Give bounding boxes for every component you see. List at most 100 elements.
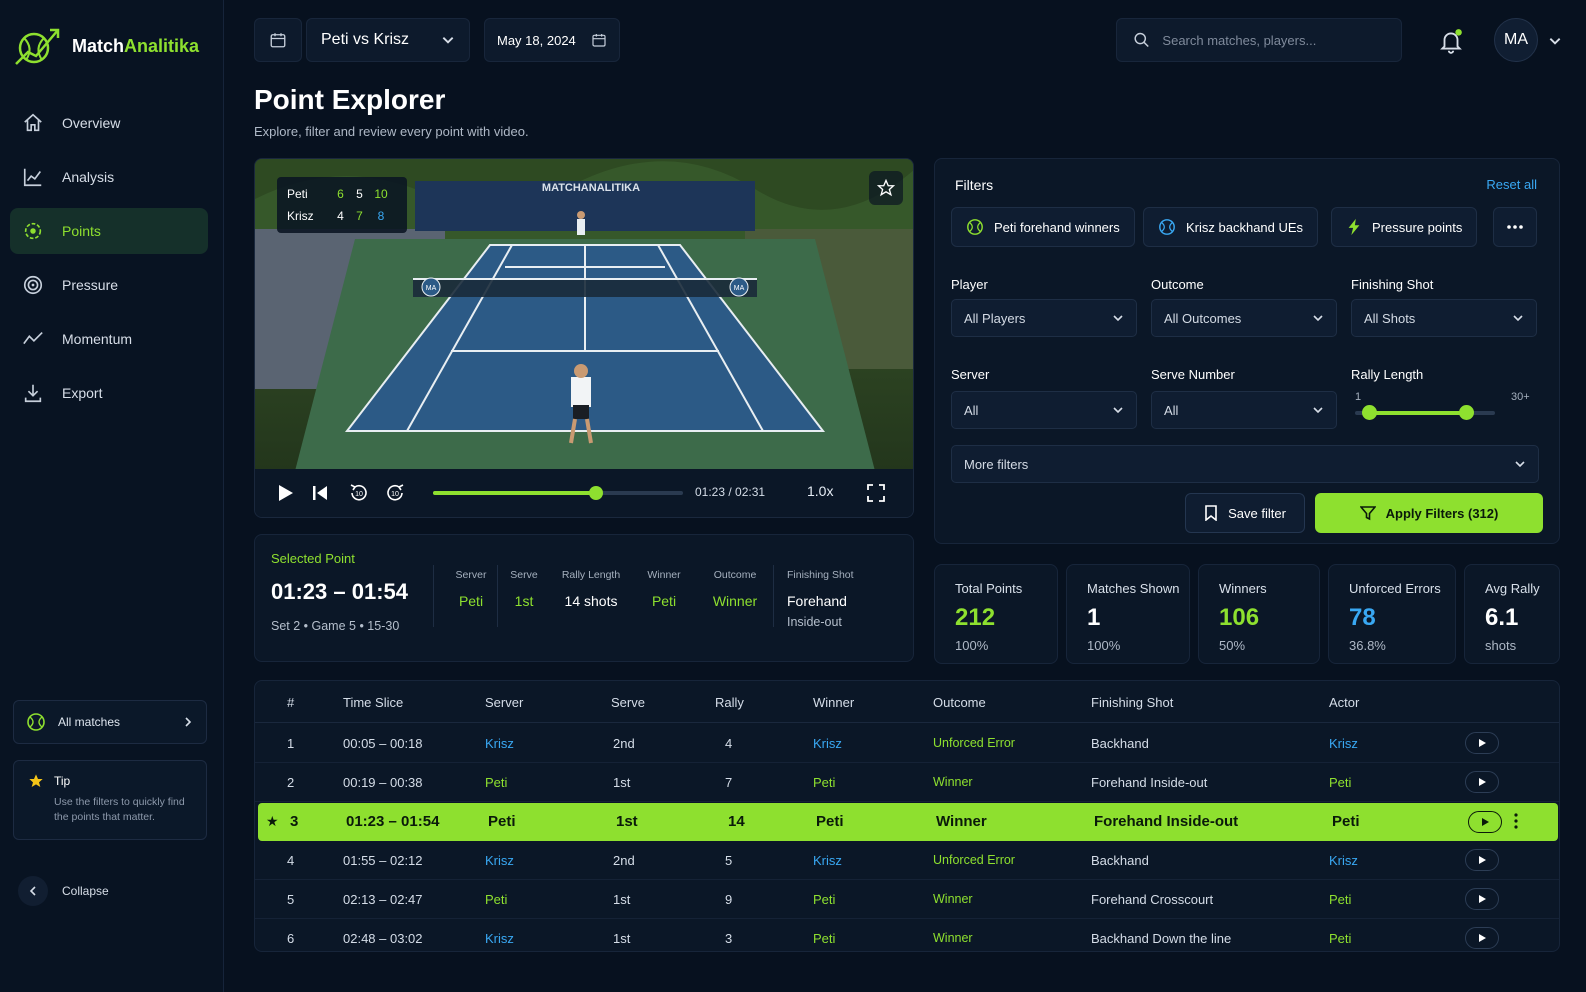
- sp-server: Server Peti: [455, 569, 487, 609]
- row-play-button[interactable]: [1465, 771, 1499, 793]
- table-row[interactable]: 6 02:48 – 03:02 Krisz 1st 3 Peti Winner Backhan…: [255, 919, 1559, 951]
- logo[interactable]: MatchAnalitika: [14, 24, 199, 68]
- stat-avg-rally: Avg Rally 6.1 shots: [1464, 564, 1560, 664]
- points-table: # Time Slice Server Serve Rally Winner O…: [254, 680, 1560, 952]
- stat-matches-shown: Matches Shown 1 100%: [1066, 564, 1190, 664]
- rewind-10-icon[interactable]: 10: [347, 481, 371, 505]
- selected-point-card: Selected Point 01:23 – 01:54 Set 2 • Gam…: [254, 534, 914, 662]
- play-icon: [1479, 895, 1486, 903]
- play-icon: [1479, 739, 1486, 747]
- row-play-button[interactable]: [1465, 849, 1499, 871]
- slider-handle-min[interactable]: [1362, 405, 1378, 420]
- more-filters-select[interactable]: More filters: [951, 445, 1539, 483]
- sidebar-item-label: Analysis: [62, 169, 115, 185]
- sidebar: MatchAnalitika Overview Analysis Points …: [0, 0, 224, 992]
- search-icon: [1134, 32, 1149, 48]
- court-logo-left: MA: [426, 285, 437, 292]
- chevron-down-icon[interactable]: [1548, 34, 1562, 48]
- calendar-button[interactable]: [254, 18, 302, 62]
- playback-speed[interactable]: 1.0x: [807, 483, 833, 499]
- chevron-down-icon: [1113, 315, 1123, 322]
- outcome-select[interactable]: All Outcomes: [1151, 299, 1337, 337]
- search-box[interactable]: [1116, 18, 1402, 62]
- forward-10-icon[interactable]: 10: [383, 481, 407, 505]
- table-cell: Krisz: [485, 736, 514, 751]
- divider: [433, 565, 434, 627]
- selected-point-meta: Set 2 • Game 5 • 15-30: [271, 619, 400, 633]
- sidebar-item-analysis[interactable]: Analysis: [10, 154, 208, 200]
- table-cell: Krisz: [1329, 736, 1358, 751]
- svg-text:10: 10: [355, 491, 363, 498]
- row-play-button[interactable]: [1468, 811, 1502, 833]
- table-cell: Backhand: [1091, 736, 1149, 751]
- favorite-button[interactable]: [869, 171, 903, 205]
- collapse-label: Collapse: [62, 884, 109, 898]
- apply-filters-button[interactable]: Apply Filters (312): [1315, 493, 1543, 533]
- fullscreen-icon[interactable]: [867, 484, 885, 502]
- table-cell: Peti: [813, 931, 836, 946]
- sidebar-item-export[interactable]: Export: [10, 370, 208, 416]
- play-icon[interactable]: [275, 483, 295, 503]
- sidebar-item-pressure[interactable]: Pressure: [10, 262, 208, 308]
- video-player[interactable]: MA MA MATCHANALITIKA Peti 6 5 10 Krisz 4…: [254, 158, 914, 518]
- col-header: Rally: [715, 695, 744, 710]
- sidebar-item-label: Momentum: [62, 331, 133, 347]
- more-chips-button[interactable]: [1493, 207, 1537, 247]
- sp-rally-length: Rally Length 14 shots: [561, 569, 621, 609]
- tennis-ball-icon: [967, 219, 983, 235]
- chip-peti-forehand-winners[interactable]: Peti forehand winners: [951, 207, 1135, 247]
- table-cell: Krisz: [813, 853, 842, 868]
- bookmark-icon: [1205, 505, 1217, 521]
- chip-krisz-backhand-ues[interactable]: Krisz backhand UEs: [1143, 207, 1319, 247]
- table-cell: 01:23 – 01:54: [346, 813, 440, 830]
- player-select[interactable]: All Players: [951, 299, 1137, 337]
- progress-handle[interactable]: [588, 486, 603, 500]
- table-cell: Peti: [1329, 775, 1352, 790]
- table-cell: Peti: [485, 775, 508, 790]
- table-row[interactable]: 4 01:55 – 02:12 Krisz 2nd 5 Krisz Unforced Err…: [255, 841, 1559, 880]
- table-cell: Peti: [1329, 931, 1352, 946]
- sidebar-item-points[interactable]: Points: [10, 208, 208, 254]
- row-play-button[interactable]: [1465, 888, 1499, 910]
- table-header: # Time Slice Server Serve Rally Winner O…: [255, 681, 1559, 723]
- table-cell: Winner: [936, 813, 987, 830]
- chip-pressure-points[interactable]: Pressure points: [1331, 207, 1478, 247]
- search-input[interactable]: [1162, 32, 1385, 48]
- table-cell: Peti: [813, 775, 836, 790]
- server-select[interactable]: All: [951, 391, 1137, 429]
- sidebar-item-label: Export: [62, 385, 103, 401]
- table-cell: Krisz: [813, 736, 842, 751]
- serve-number-select[interactable]: All: [1151, 391, 1337, 429]
- sidebar-item-overview[interactable]: Overview: [10, 100, 208, 146]
- rally-length-slider[interactable]: [1355, 405, 1495, 420]
- match-select[interactable]: Peti vs Krisz: [306, 18, 470, 62]
- table-cell: Krisz: [1329, 853, 1358, 868]
- chevron-down-icon: [442, 37, 454, 44]
- play-icon: [1479, 934, 1486, 942]
- reset-all-link[interactable]: Reset all: [1486, 177, 1537, 192]
- notifications-button[interactable]: [1438, 28, 1464, 59]
- skip-back-icon[interactable]: [311, 483, 329, 503]
- slider-handle-max[interactable]: [1459, 405, 1475, 420]
- all-matches-button[interactable]: All matches: [13, 700, 207, 744]
- table-row[interactable]: 5 02:13 – 02:47 Peti 1st 9 Peti Winner Forehand…: [255, 880, 1559, 919]
- date-value: May 18, 2024: [497, 32, 576, 48]
- collapse-button[interactable]: Collapse: [18, 876, 109, 906]
- match-select-value: Peti vs Krisz: [321, 31, 410, 48]
- table-cell: 4: [287, 853, 295, 868]
- date-picker[interactable]: May 18, 2024: [484, 18, 620, 62]
- table-row[interactable]: 1 00:05 – 00:18 Krisz 2nd 4 Krisz Unforced Err…: [255, 724, 1559, 763]
- sidebar-nav: Overview Analysis Points Pressure Moment…: [10, 100, 208, 424]
- finishing-shot-select[interactable]: All Shots: [1351, 299, 1537, 337]
- save-filter-button[interactable]: Save filter: [1185, 493, 1305, 533]
- row-play-button[interactable]: [1465, 732, 1499, 754]
- col-header: Server: [485, 695, 524, 710]
- sidebar-item-momentum[interactable]: Momentum: [10, 316, 208, 362]
- video-progress-bar[interactable]: [433, 486, 683, 500]
- table-row-selected[interactable]: ★ 3 01:23 – 01:54 Peti 1st 14 Peti Winner Foreha…: [258, 803, 1558, 841]
- row-play-button[interactable]: [1465, 927, 1499, 949]
- row-more-button[interactable]: [1514, 813, 1518, 834]
- stat-total-points: Total Points 212 100%: [934, 564, 1058, 664]
- avatar[interactable]: MA: [1494, 18, 1538, 62]
- table-row[interactable]: 2 00:19 – 00:38 Peti 1st 7 Peti Winner Forehand…: [255, 763, 1559, 802]
